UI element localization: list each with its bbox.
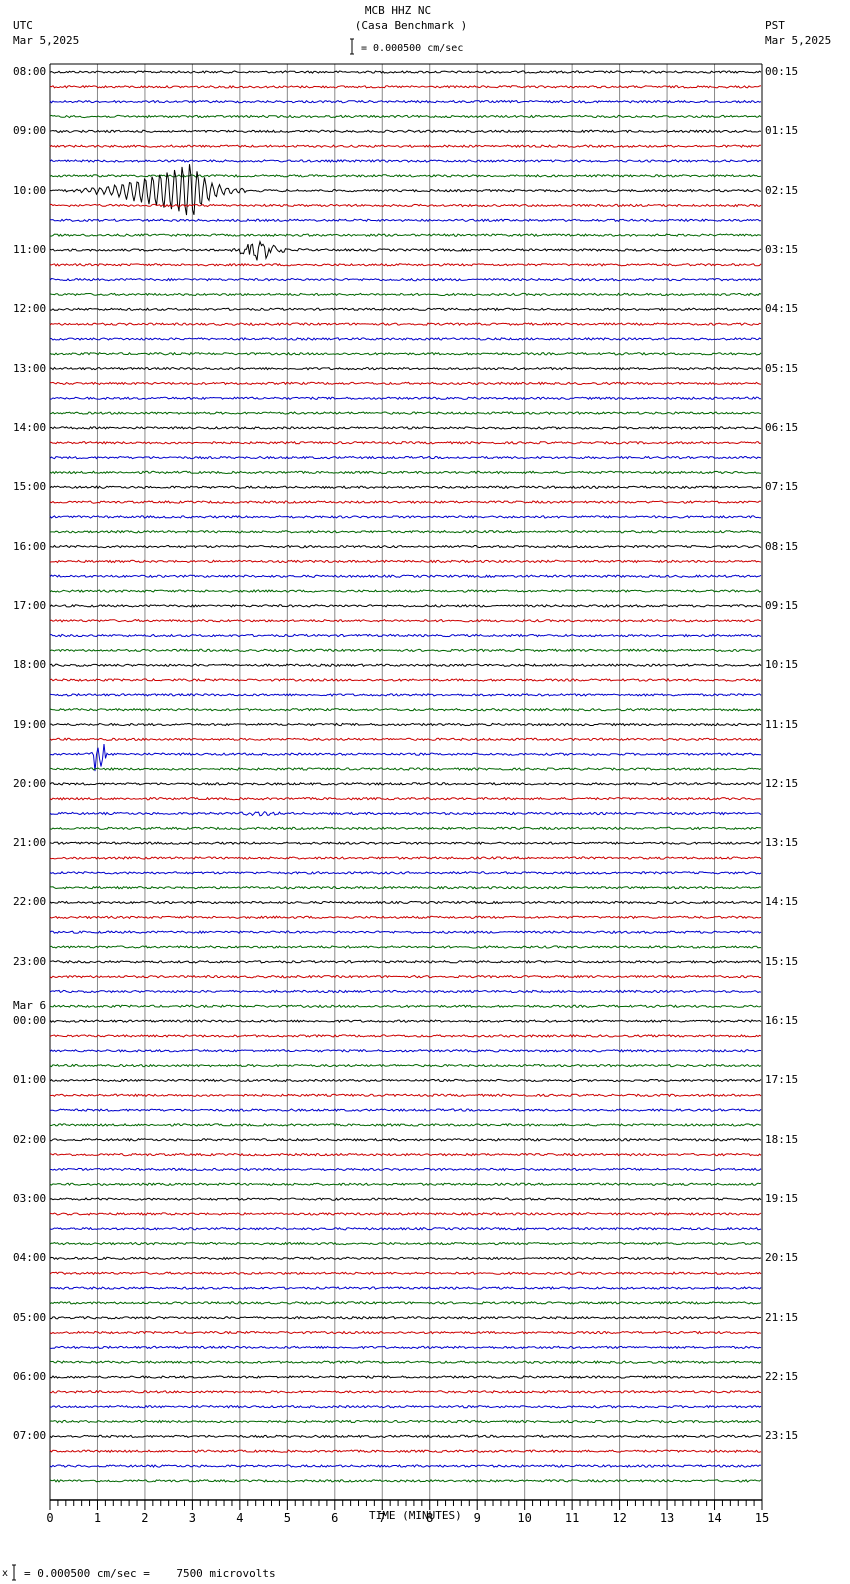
seismic-trace	[49, 1019, 762, 1024]
seismic-trace	[49, 173, 762, 178]
seismic-trace	[49, 900, 762, 905]
seismic-trace	[49, 959, 762, 964]
seismic-trace	[49, 1048, 762, 1053]
seismic-trace	[49, 1449, 762, 1454]
scale-bar-icon	[350, 38, 354, 55]
seismic-trace	[49, 1330, 762, 1335]
seismic-trace	[49, 366, 762, 371]
seismic-trace	[49, 915, 762, 920]
seismic-trace	[50, 633, 762, 638]
seismic-trace	[49, 811, 762, 817]
seismic-trace	[49, 129, 762, 134]
seismic-trace	[49, 1078, 762, 1083]
seismic-trace	[49, 1419, 762, 1424]
seismic-trace	[49, 381, 762, 386]
seismic-trace	[49, 1241, 762, 1246]
seismic-trace	[49, 1479, 762, 1483]
seismic-trace	[49, 455, 762, 460]
seismic-trace	[49, 974, 762, 979]
seismic-trace	[49, 233, 762, 237]
seismic-trace	[49, 351, 762, 356]
seismic-trace	[49, 164, 762, 216]
seismic-trace	[50, 1123, 761, 1127]
seismic-trace	[49, 1360, 762, 1365]
seismic-trace	[49, 262, 762, 267]
seismic-trace	[49, 1197, 762, 1201]
seismic-trace	[49, 144, 761, 148]
seismic-trace	[49, 1212, 762, 1216]
seismic-trace	[49, 559, 762, 564]
seismogram-plot	[12, 38, 763, 1581]
seismic-trace	[49, 159, 762, 163]
seismic-trace	[49, 1108, 762, 1112]
seismic-trace	[49, 574, 762, 579]
seismic-trace	[50, 544, 762, 549]
seismic-trace	[49, 618, 762, 623]
helicorder: MCB HHZ NC (Casa Benchmark ) UTC Mar 5,2…	[0, 0, 850, 1584]
seismic-trace	[49, 737, 762, 742]
seismic-trace	[49, 1390, 762, 1394]
seismic-trace	[49, 426, 762, 430]
seismic-trace	[49, 871, 762, 875]
seismic-trace	[49, 1226, 762, 1231]
seismic-trace	[49, 930, 762, 935]
seismic-trace	[49, 648, 762, 653]
seismic-trace	[49, 1345, 762, 1350]
seismic-trace	[49, 945, 761, 949]
seismic-trace	[49, 411, 762, 415]
seismic-trace	[49, 84, 762, 89]
seismic-trace	[49, 1315, 762, 1320]
seismic-trace	[49, 678, 762, 682]
seismic-trace	[49, 1286, 762, 1291]
seismic-trace	[49, 1301, 762, 1305]
seismic-trace	[49, 603, 762, 608]
seismic-trace	[50, 1093, 762, 1098]
seismic-trace	[49, 1137, 762, 1142]
seismic-trace	[49, 485, 762, 490]
seismic-trace	[49, 470, 762, 475]
seismic-trace	[49, 218, 762, 223]
seismic-trace	[49, 693, 762, 697]
seismic-trace	[49, 396, 761, 401]
seismic-trace	[49, 292, 762, 297]
seismic-trace	[49, 782, 762, 786]
seismic-trace	[49, 841, 762, 846]
seismic-trace	[49, 500, 762, 504]
seismic-trace	[49, 240, 762, 261]
seismic-trace	[49, 743, 762, 772]
seismic-trace	[49, 767, 762, 771]
seismic-trace	[49, 796, 762, 801]
seismic-trace	[50, 722, 762, 727]
seismic-trace	[49, 114, 762, 119]
seismic-trace	[49, 1271, 762, 1276]
seismic-trace	[49, 1404, 762, 1409]
seismic-trace	[49, 440, 762, 445]
seismic-trace	[49, 322, 762, 327]
seismic-trace	[49, 529, 761, 534]
seismic-trace	[49, 1434, 762, 1439]
seismic-trace	[49, 1182, 762, 1187]
seismic-trace	[49, 707, 762, 712]
seismic-trace	[49, 1004, 762, 1009]
seismic-trace	[49, 1375, 762, 1379]
seismic-trace	[49, 515, 762, 519]
seismic-trace	[49, 1034, 762, 1038]
seismic-trace	[49, 277, 762, 282]
seismic-trace	[49, 337, 762, 341]
seismic-trace	[50, 1167, 762, 1172]
seismic-trace	[49, 70, 762, 74]
seismic-trace	[49, 1256, 762, 1261]
seismic-trace	[49, 1152, 762, 1157]
seismic-trace	[49, 826, 762, 831]
footer-scale-bar-icon	[12, 1564, 16, 1581]
seismic-trace	[49, 589, 762, 593]
seismic-trace	[49, 663, 762, 668]
seismic-trace	[49, 989, 762, 994]
seismic-trace	[49, 99, 762, 104]
seismic-trace	[49, 856, 762, 860]
seismic-trace	[49, 885, 762, 890]
seismic-trace	[50, 307, 762, 312]
seismic-trace	[49, 1063, 762, 1068]
seismic-trace	[49, 1464, 762, 1468]
